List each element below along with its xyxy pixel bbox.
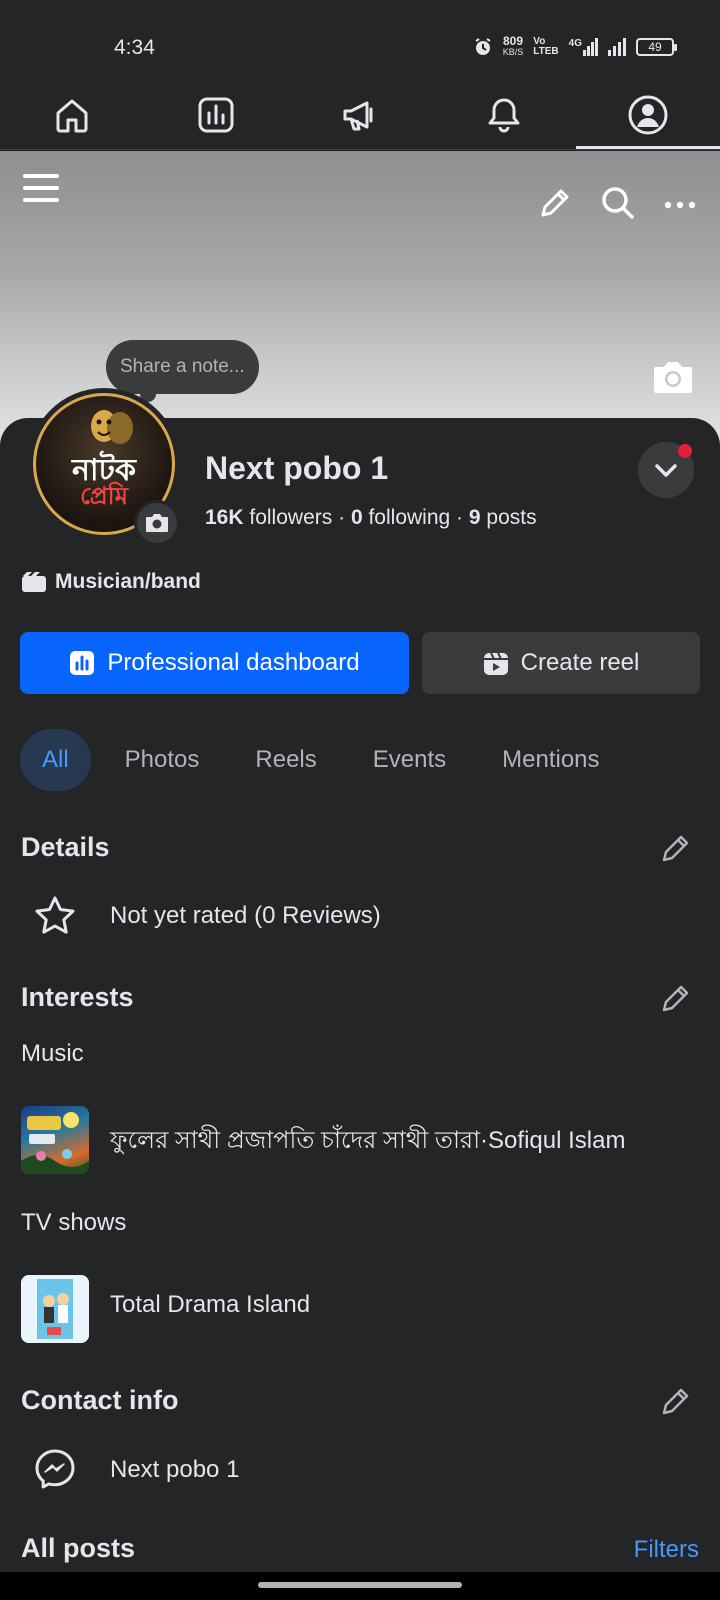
signal-icon: 4G xyxy=(569,38,598,56)
interests-title: Interests xyxy=(21,982,134,1012)
tab-ads[interactable] xyxy=(288,80,432,149)
dashboard-icon xyxy=(70,651,95,675)
share-note-bubble[interactable]: Share a note... xyxy=(106,340,259,402)
profile-stats: 16K followers · 0 following · 9 posts xyxy=(205,506,537,529)
volte-indicator: Vo LTEB xyxy=(533,36,559,57)
edit-profile-button[interactable] xyxy=(538,186,572,225)
search-icon xyxy=(602,187,634,219)
posts-filters-link[interactable]: Filters xyxy=(634,1536,699,1564)
network-speed: 809 KB/S xyxy=(502,34,524,57)
tab-home[interactable] xyxy=(0,80,144,149)
tv-shows-label: TV shows xyxy=(21,1209,127,1236)
tab-reels[interactable]: Reels xyxy=(233,729,338,791)
status-time: 4:34 xyxy=(114,36,155,59)
details-title: Details xyxy=(21,832,110,862)
camera-icon xyxy=(654,362,692,393)
search-button[interactable] xyxy=(600,185,636,226)
pencil-icon xyxy=(662,985,689,1012)
notification-dot xyxy=(678,444,692,458)
status-icons: 809 KB/S Vo LTEB 4G 49 xyxy=(473,34,677,58)
pencil-icon xyxy=(541,189,569,217)
home-indicator[interactable] xyxy=(258,1582,462,1588)
rating-text: Not yet rated (0 Reviews) xyxy=(110,902,381,929)
theatre-masks-icon xyxy=(91,410,133,444)
megaphone-icon xyxy=(343,101,373,130)
home-icon xyxy=(56,99,88,132)
edit-avatar-button[interactable] xyxy=(134,500,180,546)
page-category: Musician/band xyxy=(21,570,201,594)
tab-photos[interactable]: Photos xyxy=(103,729,222,791)
edit-interests-button[interactable] xyxy=(660,982,692,1019)
edit-contact-button[interactable] xyxy=(660,1385,692,1422)
chevron-down-icon xyxy=(655,464,677,477)
cover-actions xyxy=(538,185,696,226)
create-reel-button[interactable]: Create reel xyxy=(422,632,700,694)
star-icon xyxy=(35,896,75,934)
music-cover-image xyxy=(21,1112,89,1174)
tab-profile[interactable] xyxy=(576,80,720,149)
tab-notifications[interactable] xyxy=(432,80,576,149)
following-count[interactable]: 0 xyxy=(351,506,363,529)
signal-icon-2 xyxy=(608,38,626,56)
all-posts-title: All posts xyxy=(21,1533,136,1563)
profile-name: Next pobo 1 xyxy=(205,450,389,486)
top-navigation xyxy=(0,80,720,150)
tv-show-interest-item[interactable]: Total Drama Island xyxy=(110,1291,310,1319)
profile-icon xyxy=(628,95,668,134)
status-bar: 4:34 809 KB/S Vo LTEB 4G 49 xyxy=(0,0,720,80)
followers-count[interactable]: 16K xyxy=(205,506,244,529)
tab-events[interactable]: Events xyxy=(351,729,468,791)
profile-switcher-button[interactable] xyxy=(638,442,694,498)
posts-count: 9 xyxy=(468,506,481,529)
edit-cover-button[interactable] xyxy=(652,359,694,400)
bell-icon xyxy=(488,98,520,132)
reel-icon xyxy=(483,652,508,675)
tv-show-thumbnail[interactable] xyxy=(21,1275,89,1343)
music-interest-item[interactable]: ফুলের সাথী প্রজাপতি চাঁদের সাথী তারা·Sof… xyxy=(110,1122,625,1162)
category-label: Musician/band xyxy=(55,570,201,593)
following-label[interactable]: following xyxy=(368,506,450,529)
tab-dashboard[interactable] xyxy=(144,80,288,149)
content-filter-tabs: All Photos Reels Events Mentions xyxy=(20,729,634,791)
pencil-icon xyxy=(662,1388,689,1415)
professional-dashboard-button[interactable]: Professional dashboard xyxy=(20,632,409,694)
tab-all[interactable]: All xyxy=(20,729,91,791)
battery-icon: 49 xyxy=(636,38,677,56)
clapperboard-icon xyxy=(22,572,46,592)
dashboard-icon xyxy=(198,97,234,132)
tab-mentions[interactable]: Mentions xyxy=(480,729,621,791)
edit-details-button[interactable] xyxy=(660,832,692,869)
messenger-icon xyxy=(35,1449,75,1489)
menu-button[interactable] xyxy=(22,169,60,212)
create-reel-label: Create reel xyxy=(520,649,640,676)
music-label: Music xyxy=(21,1040,84,1067)
more-icon xyxy=(664,201,696,208)
professional-dashboard-label: Professional dashboard xyxy=(107,649,360,676)
contact-info-title: Contact info xyxy=(21,1385,179,1415)
followers-label[interactable]: followers xyxy=(249,506,332,529)
posts-label: posts xyxy=(486,506,537,529)
tv-show-cover-image xyxy=(21,1275,89,1343)
hamburger-icon xyxy=(23,174,59,202)
music-thumbnail[interactable] xyxy=(21,1106,89,1174)
alarm-icon xyxy=(475,38,491,55)
pencil-icon xyxy=(662,835,689,862)
camera-icon xyxy=(146,514,168,532)
more-options-button[interactable] xyxy=(664,197,696,215)
messenger-contact[interactable]: Next pobo 1 xyxy=(110,1456,239,1484)
